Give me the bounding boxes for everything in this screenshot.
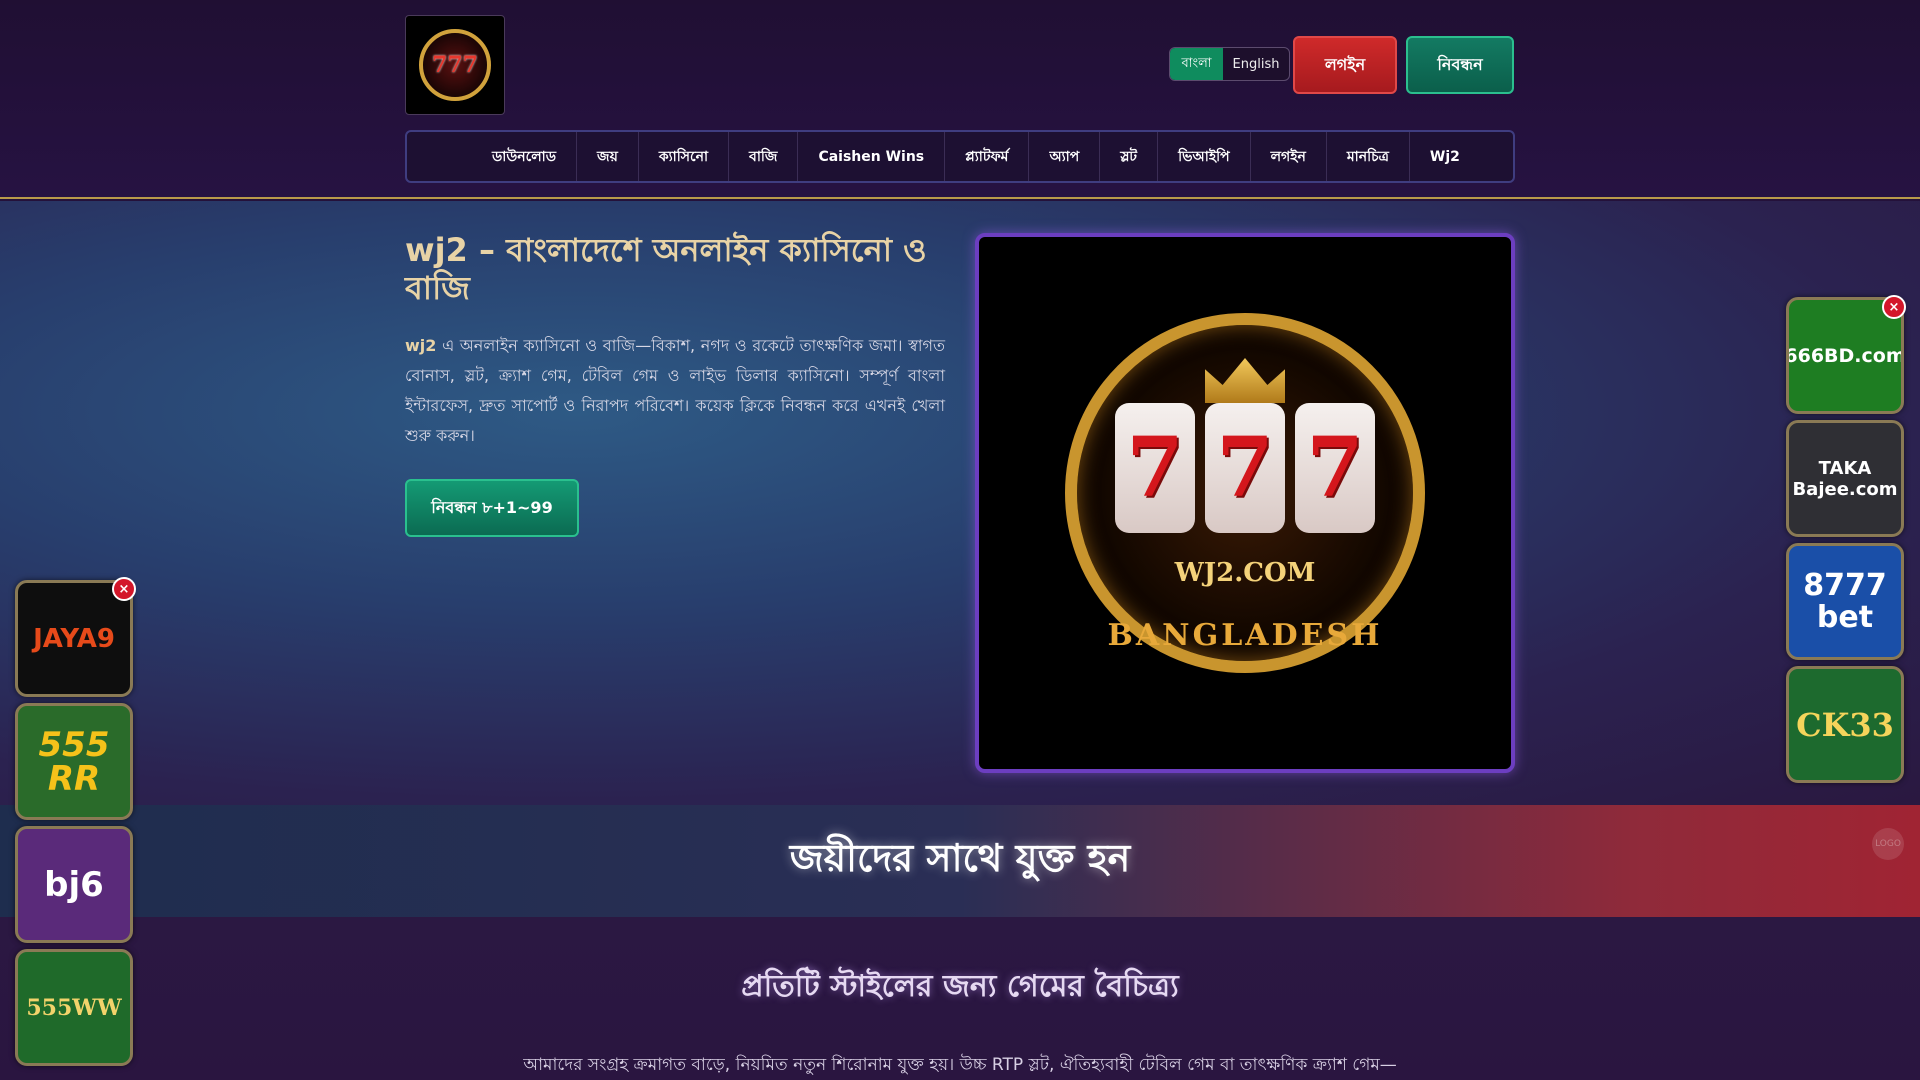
nav-item-platform[interactable]: প্ল্যাটফর্ম [945,132,1030,181]
login-button[interactable]: লগইন [1293,36,1397,94]
main-nav: ডাউনলোড জয় ক্যাসিনো বাজি Caishen Wins প… [405,130,1515,183]
site-logo[interactable]: 777 [405,15,505,115]
ad-label: JAYA9 [33,623,115,654]
site-header: 777 বাংলা English লগইন নিবন্ধন ডাউনলোড জ… [0,0,1920,199]
slot-reel: 7 [1295,403,1375,533]
nav-item-betting[interactable]: বাজি [729,132,799,181]
nav-item-sitemap[interactable]: মানচিত্র [1327,132,1410,181]
ad-555ww[interactable]: 555WW [15,949,133,1066]
nav-item-wj2[interactable]: Wj2 [1410,132,1480,181]
nav-item-app[interactable]: অ্যাপ [1029,132,1101,181]
game-variety-section: প্রতিটি স্টাইলের জন্য গেমের বৈচিত্র্য আম… [0,917,1920,1080]
watermark-badge-icon: LOGO [1872,828,1904,860]
variety-title: প্রতিটি স্টাইলের জন্য গেমের বৈচিত্র্য [741,969,1179,1004]
nav-item-login[interactable]: লগইন [1251,132,1327,181]
nav-item-vip[interactable]: ভিআইপি [1158,132,1251,181]
ad-label: bj6 [44,864,104,905]
join-winners-banner: জয়ীদের সাথে যুক্ত হন [0,805,1920,917]
hero-description: wj2 এ অনলাইন ক্যাসিনো ও বাজি—বিকাশ, নগদ … [405,331,945,451]
ad-label: 666BD.com [1786,344,1904,367]
lang-bangla-button[interactable]: বাংলা [1170,48,1223,80]
nav-item-slots[interactable]: স্লট [1100,132,1159,181]
join-title: জয়ীদের সাথে যুক্ত হন [789,836,1131,880]
hero-register-button[interactable]: নিবন্ধন ৮+1~99 [405,479,579,537]
register-button[interactable]: নিবন্ধন [1406,36,1514,94]
hero-description-text: এ অনলাইন ক্যাসিনো ও বাজি—বিকাশ, নগদ ও রক… [405,336,945,445]
ad-label: 8777 bet [1803,568,1887,635]
hero-banner-image: 7 7 7 WJ2.COM BANGLADESH [975,233,1515,773]
slot-machine-emblem-icon: 7 7 7 WJ2.COM BANGLADESH [1055,303,1435,703]
ad-label: TAKA Bajee.com [1792,457,1898,500]
close-right-ads-button[interactable]: × [1882,295,1906,319]
nav-item-win[interactable]: জয় [577,132,639,181]
ad-takabajee[interactable]: TAKA Bajee.com [1786,420,1904,537]
hero-title: wj2 – বাংলাদেশে অনলাইন ক্যাসিনো ও বাজি [405,231,927,308]
nav-item-casino[interactable]: ক্যাসিনো [639,132,730,181]
slot-reel: 7 [1115,403,1195,533]
emblem-brand-text: WJ2.COM [1174,558,1316,588]
nav-item-download[interactable]: ডাউনলোড [472,132,578,181]
nav-item-caishen-wins[interactable]: Caishen Wins [798,132,946,181]
hero-brand-link[interactable]: wj2 [405,336,436,355]
ad-555rr[interactable]: 555 RR [15,703,133,820]
slot-reels: 7 7 7 [1110,403,1380,533]
slot-reel: 7 [1205,403,1285,533]
ad-8777bet[interactable]: 8777 bet [1786,543,1904,660]
ad-label: 555 RR [38,724,110,799]
ad-bj6[interactable]: bj6 [15,826,133,943]
ad-label: 555WW [26,994,122,1021]
lang-english-button[interactable]: English [1223,48,1289,80]
emblem-country-text: BANGLADESH [1107,618,1383,653]
variety-description: আমাদের সংগ্রহ ক্রমাগত বাড়ে, নিয়মিত নতু… [523,1055,1397,1075]
ad-label: CK33 [1796,705,1894,744]
ad-ck33[interactable]: CK33 [1786,666,1904,783]
language-switcher: বাংলা English [1169,47,1290,81]
hero-section: wj2 – বাংলাদেশে অনলাইন ক্যাসিনো ও বাজি w… [0,201,1920,805]
logo-emblem-icon: 777 [419,29,491,101]
close-left-ads-button[interactable]: × [112,577,136,601]
